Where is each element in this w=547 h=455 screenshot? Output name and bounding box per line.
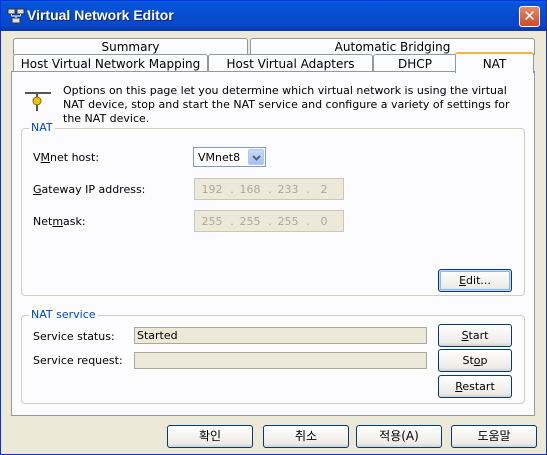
tab-host-virtual-network-mapping[interactable]: Host Virtual Network Mapping: [13, 54, 208, 72]
vmnet-host-label: VMnet host:: [33, 151, 100, 164]
close-button[interactable]: ✕: [519, 6, 540, 27]
start-button[interactable]: Start: [438, 324, 512, 347]
service-request-field: [134, 352, 427, 369]
netmask-octet-1: 255: [201, 215, 223, 228]
window-title: Virtual Network Editor: [27, 7, 174, 23]
service-status-value: Started: [137, 329, 178, 342]
nat-group-title: NAT: [29, 121, 55, 134]
gateway-ip-octet-3: 233: [277, 183, 299, 196]
service-status-field: Started: [134, 327, 427, 344]
ok-button[interactable]: 확인: [167, 425, 253, 448]
gateway-ip-octet-4: 2: [320, 183, 328, 196]
network-icon: [23, 89, 55, 113]
gateway-ip-label: Gateway IP address:: [33, 183, 146, 196]
netmask-octet-3: 255: [277, 215, 299, 228]
service-status-label: Service status:: [33, 330, 115, 343]
virtual-network-editor-window: Virtual Network Editor ✕ Summary Automat…: [0, 0, 547, 455]
info-description: Options on this page let you determine w…: [63, 84, 510, 125]
cancel-button[interactable]: 취소: [263, 425, 349, 448]
tab-nat[interactable]: NAT: [455, 52, 534, 73]
service-request-label: Service request:: [33, 354, 123, 367]
close-icon: ✕: [523, 7, 536, 25]
stop-button[interactable]: Stop: [438, 349, 512, 372]
vmnet-host-select[interactable]: VMnet8: [193, 147, 266, 167]
restart-button[interactable]: Restart: [438, 375, 512, 398]
chevron-down-icon[interactable]: [248, 149, 264, 165]
tab-summary[interactable]: Summary: [13, 38, 248, 55]
apply-button[interactable]: 적용(A): [356, 425, 442, 448]
nat-service-group-title: NAT service: [29, 308, 98, 321]
tab-host-virtual-adapters[interactable]: Host Virtual Adapters: [208, 54, 373, 72]
gateway-ip-field[interactable]: 192 . 168 . 233 . 2: [194, 178, 344, 200]
help-button[interactable]: 도움말: [451, 425, 537, 448]
gateway-ip-octet-2: 168: [239, 183, 261, 196]
netmask-field[interactable]: 255 . 255 . 255 . 0: [194, 210, 344, 232]
edit-button[interactable]: Edit...: [438, 269, 512, 292]
tab-dhcp[interactable]: DHCP: [373, 54, 457, 72]
netmask-octet-4: 0: [320, 215, 328, 228]
vmnet-host-value: VMnet8: [198, 151, 241, 164]
network-app-icon: [7, 7, 25, 25]
title-bar[interactable]: Virtual Network Editor ✕: [1, 1, 546, 31]
gateway-ip-octet-1: 192: [201, 183, 223, 196]
netmask-octet-2: 255: [239, 215, 261, 228]
netmask-label: Netmask:: [33, 215, 86, 228]
